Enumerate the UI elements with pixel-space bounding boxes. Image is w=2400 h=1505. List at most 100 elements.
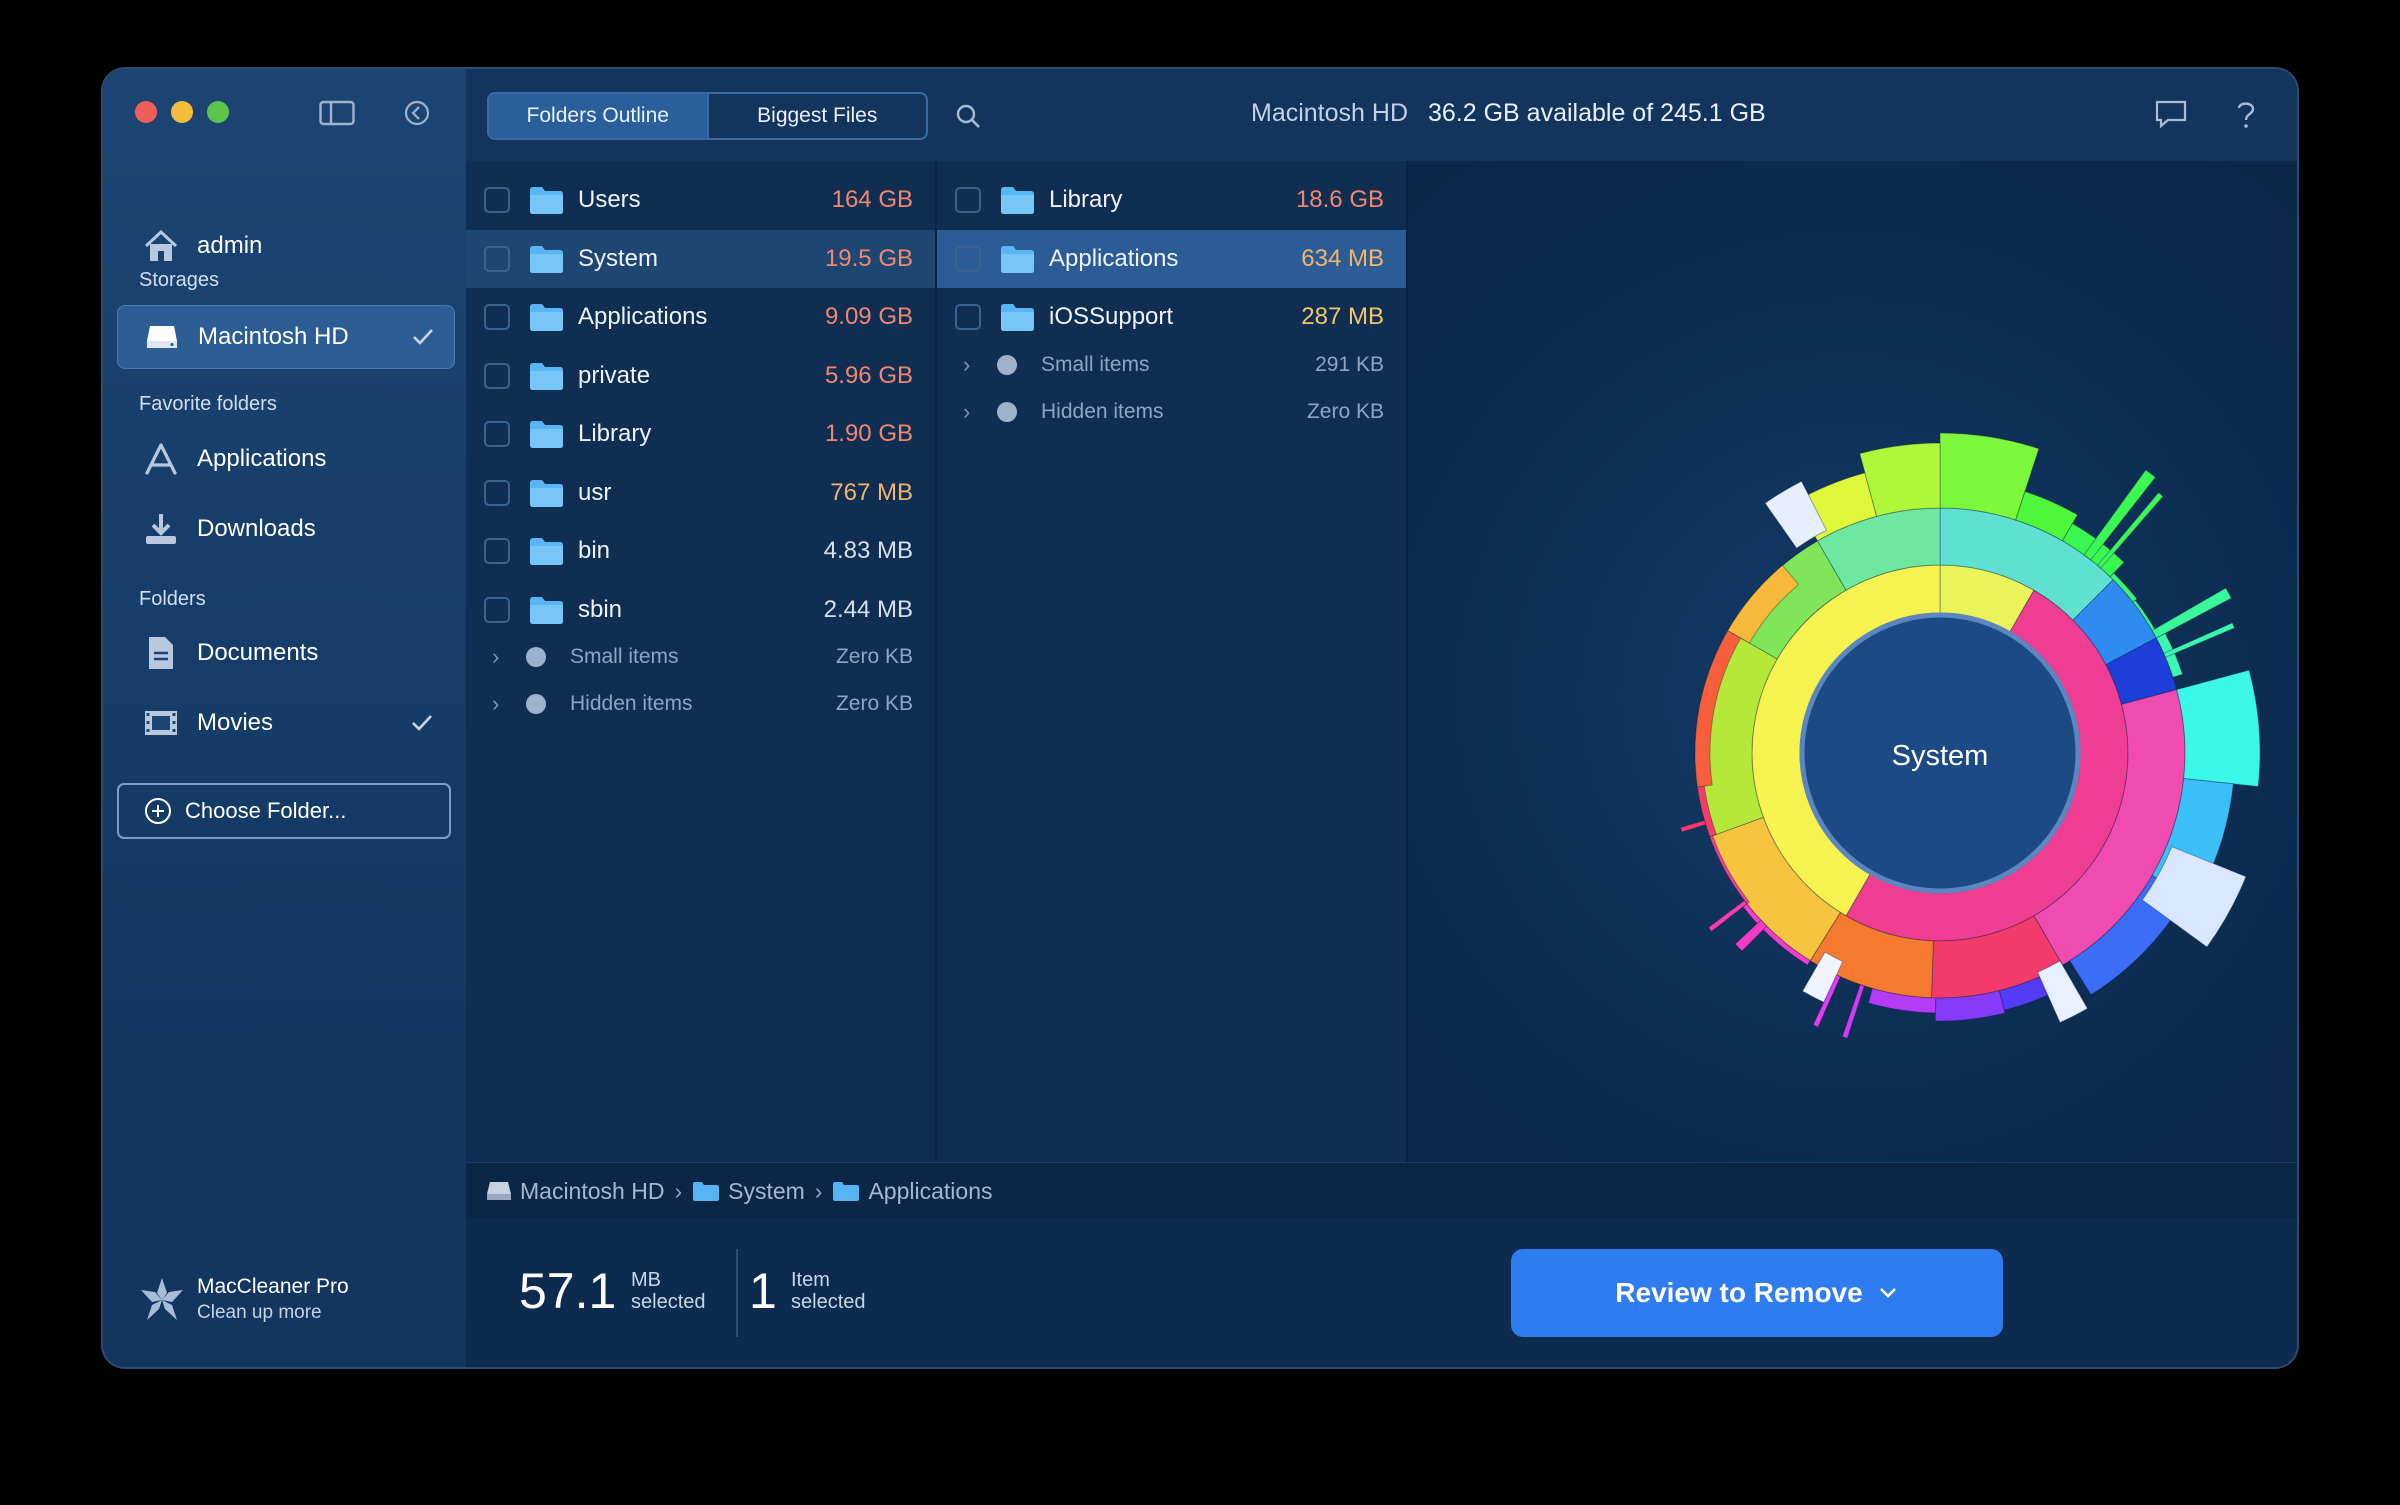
row-checkbox[interactable] (484, 538, 510, 564)
sunburst-center-label: System (1892, 740, 1989, 772)
chevron-down-icon (1879, 1288, 1896, 1298)
folder-row[interactable]: iOSSupport 287 MB (937, 288, 1406, 346)
folder-row[interactable]: Library 1.90 GB (466, 405, 935, 463)
folder-row[interactable]: Users 164 GB (466, 171, 935, 229)
aggregate-name: Hidden items (570, 692, 693, 715)
sunburst-segment[interactable] (1841, 984, 1865, 1039)
folder-icon (833, 1182, 860, 1201)
row-checkbox[interactable] (484, 479, 510, 506)
review-to-remove-button[interactable]: Review to Remove (1511, 1249, 2003, 1337)
zoom-window-button[interactable] (207, 101, 229, 123)
row-checkbox[interactable] (484, 245, 510, 272)
home-icon (141, 226, 181, 266)
row-checkbox[interactable] (955, 245, 981, 272)
aggregate-row[interactable]: › Hidden items Zero KB (937, 388, 1406, 436)
folder-row[interactable]: Applications 9.09 GB (466, 288, 935, 346)
sidebar-icon (319, 100, 355, 126)
aggregate-row[interactable]: › Small items 291 KB (937, 341, 1406, 389)
back-button[interactable] (403, 99, 439, 127)
disk-availability: 36.2 GB available of 245.1 GB (1428, 99, 1766, 127)
sidebar-item-applications[interactable]: Applications (117, 428, 453, 490)
sidebar-item-label: Documents (197, 639, 319, 666)
sunburst-segment[interactable] (2176, 669, 2261, 787)
folder-row[interactable]: private 5.96 GB (466, 347, 935, 405)
choose-folder-button[interactable]: Choose Folder... (117, 783, 451, 839)
aggregate-row[interactable]: › Hidden items Zero KB (466, 680, 935, 728)
row-checkbox[interactable] (955, 304, 981, 330)
folder-icon (530, 245, 563, 273)
breadcrumb-separator: › (814, 1177, 823, 1204)
toolbar: Folders Outline Biggest Files Macintosh … (466, 69, 2297, 161)
folder-size: 4.83 MB (823, 537, 913, 564)
folder-row[interactable]: usr 767 MB (466, 464, 935, 522)
folder-column-system: Library 18.6 GB Applications 634 MB iOSSuppo… (937, 161, 1406, 1230)
folders-header: Folders (139, 588, 206, 610)
breadcrumb-item[interactable]: Applications (832, 1178, 993, 1205)
brand-tagline: Clean up more (197, 1302, 322, 1323)
breadcrumb-item[interactable]: System (692, 1178, 805, 1205)
chevron-right-icon[interactable]: › (492, 644, 508, 670)
breadcrumb-label: System (728, 1177, 805, 1204)
folder-name: usr (578, 478, 612, 506)
folder-row[interactable]: sbin 2.44 MB (466, 581, 935, 639)
sidebar: admin Storages Macintosh HD Favorite fol… (103, 69, 466, 1367)
folder-size: 164 GB (831, 186, 913, 213)
document-icon (141, 633, 181, 673)
aggregate-size: Zero KB (835, 645, 913, 668)
breadcrumb-item[interactable]: Macintosh HD (486, 1178, 664, 1205)
sunburst-chart[interactable]: System (1408, 161, 2297, 1230)
aggregate-size: Zero KB (835, 692, 913, 715)
chevron-right-icon[interactable]: › (963, 352, 979, 378)
sidebar-item-documents[interactable]: Documents (117, 622, 453, 684)
help-icon[interactable] (2234, 99, 2258, 131)
dot-icon (997, 354, 1017, 375)
chevron-right-icon[interactable]: › (963, 399, 979, 425)
close-window-button[interactable] (135, 101, 157, 123)
toggle-sidebar-button[interactable] (319, 99, 355, 127)
dot-icon (526, 647, 546, 667)
feedback-icon[interactable] (2154, 99, 2188, 129)
search-icon[interactable] (954, 102, 984, 132)
folder-icon (530, 479, 563, 507)
sidebar-item-downloads[interactable]: Downloads (117, 498, 453, 560)
dot-icon (526, 694, 546, 714)
folder-row[interactable]: Applications 634 MB (937, 229, 1406, 288)
row-checkbox[interactable] (484, 596, 510, 623)
dot-icon (997, 401, 1017, 422)
sunburst-segment[interactable] (1707, 899, 1748, 933)
folder-row[interactable]: bin 4.83 MB (466, 522, 935, 580)
row-checkbox[interactable] (955, 187, 981, 213)
app-store-icon (141, 439, 181, 479)
folder-row[interactable]: System 19.5 GB (466, 229, 935, 288)
minimize-window-button[interactable] (171, 101, 193, 123)
folder-size: 1.90 GB (824, 420, 913, 447)
chevron-right-icon[interactable]: › (492, 691, 508, 717)
disk-info: Macintosh HD 36.2 GB available of 245.1 G… (1251, 99, 1766, 128)
folder-name: Library (1049, 186, 1123, 213)
folder-icon (1001, 304, 1034, 331)
selected-size-unit: MB (631, 1269, 661, 1291)
folder-icon (530, 538, 563, 565)
row-checkbox[interactable] (484, 187, 510, 213)
drive-icon (487, 1182, 511, 1200)
tab-biggest-files[interactable]: Biggest Files (709, 94, 927, 138)
checkmark-icon (412, 715, 432, 731)
selected-items-label: Item selected (791, 1269, 866, 1313)
sunburst-segment[interactable] (1679, 819, 1707, 833)
folder-name: Users (578, 186, 641, 213)
tab-folders-outline[interactable]: Folders Outline (489, 94, 709, 138)
sunburst-segment[interactable] (1734, 919, 1768, 952)
sidebar-item-label: Macintosh HD (198, 323, 349, 350)
row-checkbox[interactable] (484, 304, 510, 330)
folder-size: 287 MB (1301, 303, 1384, 330)
folder-row[interactable]: Library 18.6 GB (937, 171, 1406, 229)
row-checkbox[interactable] (484, 362, 510, 389)
sidebar-item-admin[interactable]: admin (117, 215, 453, 277)
disk-name: Macintosh HD (1251, 99, 1408, 127)
row-checkbox[interactable] (484, 421, 510, 447)
sidebar-item-movies[interactable]: Movies (117, 692, 453, 754)
sidebar-item-macintosh-hd[interactable]: Macintosh HD (117, 305, 455, 369)
aggregate-row[interactable]: › Small items Zero KB (466, 633, 935, 681)
selected-items-unit: Item (791, 1269, 830, 1291)
folder-column-root: Users 164 GB System 19.5 GB Applications 9.09… (466, 161, 935, 1230)
